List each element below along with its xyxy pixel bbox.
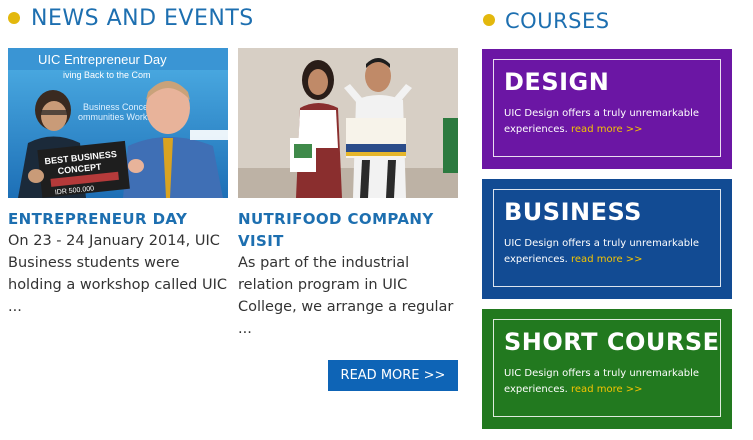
news-item-title-line[interactable]: ENTREPRENEUR DAY <box>8 208 187 230</box>
news-photo-entrepreneur-day[interactable]: UIC Entrepreneur Day iving Back to the C… <box>8 48 228 198</box>
news-item-text-line: ... <box>238 321 252 337</box>
photo1-banner4: ommunities Worksh <box>78 112 157 122</box>
news-item-text-line: holding a workshop called UIC <box>8 277 228 293</box>
news-item-text-line: On 23 - 24 January 2014, UIC <box>8 233 220 249</box>
news-read-more-button[interactable]: READ MORE >> <box>328 360 458 391</box>
course-card-frame: DESIGN UIC Design offers a truly unremar… <box>493 59 721 157</box>
course-card-frame: SHORT COURSE UIC Design offers a truly u… <box>493 319 721 417</box>
course-title[interactable]: BUSINESS <box>504 198 642 226</box>
photo1-banner2: iving Back to the Com <box>63 70 151 80</box>
course-read-more-link[interactable]: read more >> <box>571 124 643 135</box>
news-item-text-line: As part of the industrial <box>238 255 410 271</box>
news-item-title-line[interactable]: NUTRIFOOD COMPANY <box>238 208 434 230</box>
course-card-business[interactable]: BUSINESS UIC Design offers a truly unrem… <box>482 179 732 299</box>
course-title[interactable]: SHORT COURSE <box>504 328 720 356</box>
course-card-design[interactable]: DESIGN UIC Design offers a truly unremar… <box>482 49 732 169</box>
course-description: UIC Design offers a truly unremarkable e… <box>504 106 714 138</box>
news-item-text-line: Business students were <box>8 255 180 271</box>
course-card-frame: BUSINESS UIC Design offers a truly unrem… <box>493 189 721 287</box>
photo1-banner: UIC Entrepreneur Day <box>38 52 167 67</box>
news-item-title-line[interactable]: VISIT <box>238 230 434 252</box>
news-item-text-nutrifood-visit: As part of the industrial relation progr… <box>238 252 463 340</box>
courses-heading: COURSES <box>505 9 610 33</box>
news-item-title-entrepreneur-day[interactable]: ENTREPRENEUR DAY <box>8 208 187 230</box>
news-item-text-line: relation program in UIC <box>238 277 408 293</box>
course-card-short-course[interactable]: SHORT COURSE UIC Design offers a truly u… <box>482 309 732 429</box>
news-item-text-line: ... <box>8 299 22 315</box>
course-description: UIC Design offers a truly unremarkable e… <box>504 366 714 398</box>
news-heading-bullet <box>8 12 20 24</box>
news-heading: NEWS AND EVENTS <box>31 6 254 31</box>
course-description: UIC Design offers a truly unremarkable e… <box>504 236 714 268</box>
news-item-text-entrepreneur-day: On 23 - 24 January 2014, UIC Business st… <box>8 230 233 318</box>
news-item-text-line: College, we arrange a regular <box>238 299 454 315</box>
course-title[interactable]: DESIGN <box>504 68 609 96</box>
news-photo-nutrifood-visit[interactable] <box>238 48 458 198</box>
course-read-more-link[interactable]: read more >> <box>571 254 643 265</box>
news-item-title-nutrifood-visit[interactable]: NUTRIFOOD COMPANY VISIT <box>238 208 434 252</box>
courses-heading-bullet <box>483 14 495 26</box>
course-read-more-link[interactable]: read more >> <box>571 384 643 395</box>
